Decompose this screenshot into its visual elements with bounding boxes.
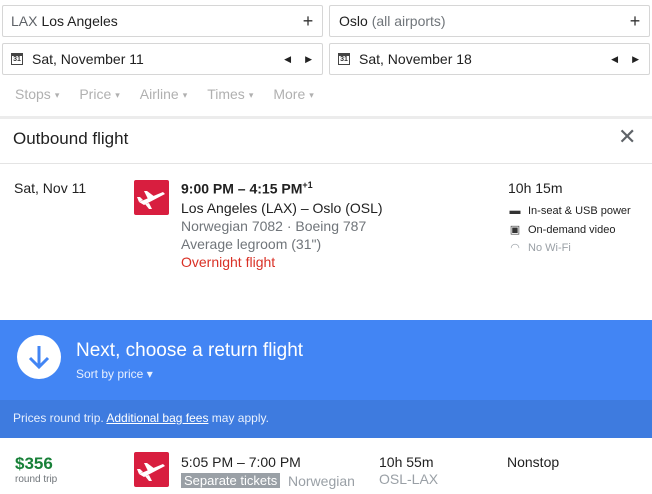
outbound-duration: 10h 15m <box>508 180 563 196</box>
add-origin-icon[interactable]: + <box>294 12 322 30</box>
outbound-date: Sat, Nov 11 <box>14 180 87 196</box>
prev-day-icon[interactable]: ◀ <box>611 54 618 65</box>
depart-date-field[interactable]: 31 Sat, November 11 ◀ ▶ <box>2 43 323 75</box>
overnight-warning: Overnight flight <box>181 254 276 270</box>
destination-note: (all airports) <box>371 13 446 29</box>
origin-city: Los Angeles <box>41 13 118 29</box>
prev-day-icon[interactable]: ◀ <box>284 54 291 65</box>
amenity-power: ▬ In-seat & USB power <box>509 205 631 217</box>
header-divider <box>0 163 652 164</box>
calendar-icon: 31 <box>11 53 23 65</box>
return-date: Sat, November 18 <box>359 51 472 67</box>
airline-logo <box>134 180 169 215</box>
outbound-title: Outbound flight <box>13 129 129 148</box>
filter-more[interactable]: More ▾ <box>273 86 313 102</box>
power-outlet-icon: ▬ <box>509 205 521 217</box>
filter-price[interactable]: Price ▾ <box>79 86 119 102</box>
origin-code: LAX <box>11 13 38 29</box>
separate-tickets-badge: Separate tickets <box>181 473 281 488</box>
price-note: round trip <box>15 474 58 485</box>
result-times: 5:05 PM – 7:00 PM <box>181 454 301 470</box>
close-icon[interactable]: ✕ <box>618 126 636 148</box>
section-divider <box>0 116 652 119</box>
video-icon: ▣ <box>509 224 521 236</box>
bag-fees-link[interactable]: Additional bag fees <box>106 411 208 425</box>
amenity-video: ▣ On-demand video <box>509 223 616 237</box>
destination-field[interactable]: Oslo (all airports) + <box>329 5 650 37</box>
outbound-legroom: Average legroom (31") <box>181 236 322 252</box>
chevron-down-icon: ▾ <box>54 90 60 100</box>
sort-dropdown[interactable]: Sort by price ▾ <box>76 367 153 381</box>
next-day-icon[interactable]: ▶ <box>305 54 312 65</box>
filter-bar: Stops ▾ Price ▾ Airline ▾ Times ▾ More ▾ <box>15 86 314 102</box>
chevron-down-icon: ▾ <box>146 367 153 381</box>
depart-date: Sat, November 11 <box>32 51 144 67</box>
origin-field[interactable]: LAX Los Angeles + <box>2 5 323 37</box>
destination-city: Oslo <box>339 13 368 29</box>
calendar-icon: 31 <box>338 53 350 65</box>
result-route: OSL-LAX <box>379 471 439 487</box>
result-airline: Norwegian <box>288 473 355 489</box>
amenity-wifi: ◠ No Wi-Fi <box>508 241 571 255</box>
result-stops: Nonstop <box>507 454 560 470</box>
return-banner: Next, choose a return flight Sort by pri… <box>0 320 652 400</box>
outbound-route: Los Angeles (LAX) – Oslo (OSL) <box>181 200 383 216</box>
outbound-times: 9:00 PM – 4:15 PM+1 <box>181 180 313 197</box>
down-arrow-icon <box>17 335 61 379</box>
add-destination-icon[interactable]: + <box>621 12 649 30</box>
chevron-down-icon: ▾ <box>309 90 314 100</box>
result-duration: 10h 55m <box>379 454 434 470</box>
airplane-icon <box>137 463 165 481</box>
wifi-icon: ◠ <box>510 242 520 254</box>
result-price: $356 <box>15 454 53 473</box>
return-date-field[interactable]: 31 Sat, November 18 ◀ ▶ <box>329 43 650 75</box>
next-day-icon[interactable]: ▶ <box>632 54 639 65</box>
price-notice: Prices round trip. Additional bag fees m… <box>0 400 652 438</box>
banner-title: Next, choose a return flight <box>76 340 304 361</box>
filter-times[interactable]: Times ▾ <box>207 86 253 102</box>
airline-logo <box>134 452 169 487</box>
airplane-icon <box>137 191 165 209</box>
chevron-down-icon: ▾ <box>115 90 120 100</box>
outbound-flight-info: Norwegian 7082 · Boeing 787 <box>181 218 367 234</box>
filter-stops[interactable]: Stops ▾ <box>15 86 59 102</box>
day-offset: +1 <box>302 180 313 190</box>
chevron-down-icon: ▾ <box>182 90 188 100</box>
chevron-down-icon: ▾ <box>248 90 254 100</box>
filter-airline[interactable]: Airline ▾ <box>140 86 187 102</box>
